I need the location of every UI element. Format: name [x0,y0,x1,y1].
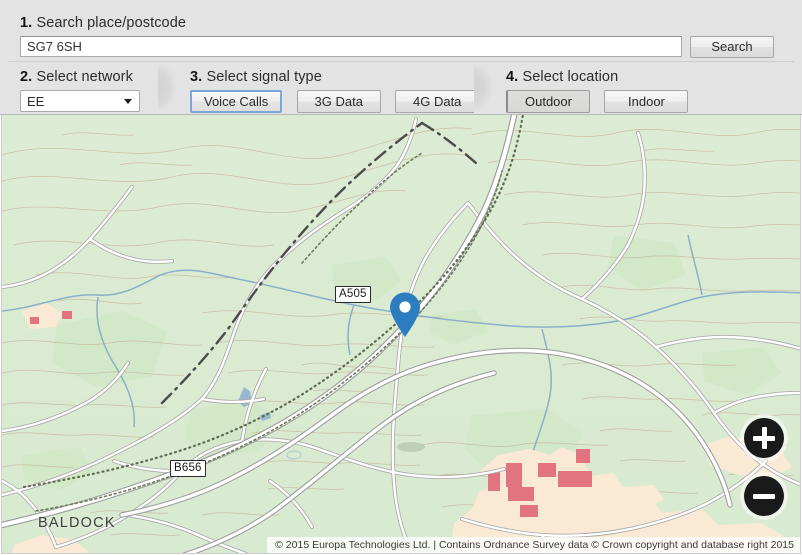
search-input[interactable] [20,36,682,57]
map-canvas[interactable]: A505 B656 BALDOCK © 2015 Europa Technolo… [1,115,801,554]
step-1-search-row: 1. Search place/postcode Search [8,6,794,62]
signal-checker-app: 1. Search place/postcode Search 2. Selec… [0,0,802,555]
road-shield-a505: A505 [335,286,371,303]
step-4-location-group: 4. Select location Outdoor Indoor [494,62,794,113]
road-shield-b656: B656 [170,460,206,477]
location-marker-pin[interactable] [388,292,422,338]
step-4-controls: Outdoor Indoor [506,90,698,113]
step-2-network-group: 2. Select network EE [8,62,174,113]
step-4-number: 4. [506,69,519,85]
step-1-number: 1. [20,15,33,31]
step-4-label: 4. Select location [506,69,618,85]
signal-type-voice-calls-button[interactable]: Voice Calls [190,90,283,113]
marker-shadow [397,442,425,452]
steps-row: 2. Select network EE 3. Select signal ty… [8,62,794,113]
step-3-label: 3. Select signal type [190,69,322,85]
map-attribution: © 2015 Europa Technologies Ltd. | Contai… [267,537,800,553]
group-separator-3 [474,62,496,113]
step-3-number: 3. [190,69,203,85]
signal-type-4g-data-button[interactable]: 4G Data [395,90,480,113]
zoom-out-button[interactable] [744,476,784,516]
step-2-controls: EE [20,90,140,112]
step-3-controls: Voice Calls 3G Data 4G Data [190,90,489,113]
step-2-title: Select network [36,69,133,85]
network-select-wrap: EE [20,90,140,112]
location-indoor-button[interactable]: Indoor [604,90,689,113]
zoom-in-button[interactable] [744,418,784,458]
step-2-label: 2. Select network [20,69,133,85]
control-panel: 1. Search place/postcode Search 2. Selec… [0,0,802,115]
control-panel-inner: 1. Search place/postcode Search 2. Selec… [8,6,794,113]
step-3-title: Select signal type [206,69,322,85]
step-1-title: Search place/postcode [36,15,187,31]
location-outdoor-button[interactable]: Outdoor [506,90,590,113]
signal-type-3g-data-button[interactable]: 3G Data [296,90,381,113]
group-separator-2 [158,62,180,113]
step-1-label: 1. Search place/postcode [20,15,186,31]
step-4-title: Select location [522,69,619,85]
network-select[interactable]: EE [20,90,140,112]
search-button[interactable]: Search [690,36,774,58]
place-label-baldock: BALDOCK [38,515,116,531]
step-2-number: 2. [20,69,33,85]
step-3-signal-type-group: 3. Select signal type Voice Calls 3G Dat… [178,62,488,113]
